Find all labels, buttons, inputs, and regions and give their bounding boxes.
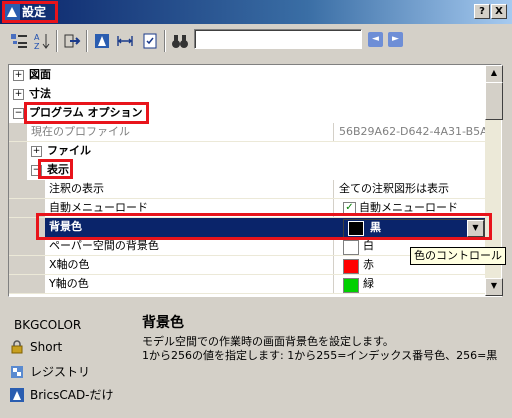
property-description: モデル空間での作業時の画面背景色を設定します。 1から256の値を指定します: … [142,335,497,363]
property-row-annotation[interactable]: 注釈の表示 全ての注釈図形は表示 [9,180,486,199]
export-icon[interactable] [62,31,82,51]
property-row-y-axis-color[interactable]: Y軸の色 緑 [9,275,486,294]
short-label: Short [30,340,63,354]
color-swatch-green [343,278,359,293]
highlight-background-color [36,213,492,240]
row-gutter [9,237,27,256]
column-divider [333,275,334,294]
property-value: 56B29A62-D642-4A31-B5A [339,125,488,138]
expand-icon[interactable]: + [13,89,24,100]
row-gutter [9,142,27,161]
toolbar-separator [56,30,58,52]
registry-icon [11,365,23,378]
toolbar-separator [164,30,166,52]
bricscad-icon [10,387,24,402]
registry-label: レジストリ [30,365,91,379]
property-label: 注釈の表示 [49,182,104,195]
search-input[interactable] [194,29,362,49]
svg-text:A: A [34,33,40,42]
category-row-zumen[interactable]: + 図面 [9,66,486,85]
property-label: 現在のプロファイル [31,125,130,138]
row-gutter [27,180,45,199]
row-gutter [9,256,27,275]
property-value: 緑 [363,277,374,290]
svg-text:Z: Z [34,42,40,50]
row-gutter [9,161,27,180]
property-label: X軸の色 [49,258,90,271]
window-title: 設定 [22,5,47,19]
category-row-display[interactable]: − 表示 [9,161,486,180]
bricscad-only-item: BricsCAD-だけ [10,386,114,403]
lock-icon [11,340,23,354]
description-line: 1から256の値を指定します: 1から255=インデックス番号色、256=黒 [142,349,498,362]
title-bar [0,0,512,24]
help-button[interactable]: ? [474,4,490,19]
property-row-current-profile[interactable]: 現在のプロファイル 56B29A62-D642-4A31-B5A [9,123,488,142]
collapse-icon[interactable]: − [13,108,24,119]
row-gutter [9,275,27,294]
column-divider [333,123,334,142]
column-divider [333,256,334,275]
dimension-icon[interactable] [115,31,135,51]
previous-result-button[interactable]: ◄ [368,32,383,47]
alphabetical-view-icon[interactable]: AZ [32,31,52,51]
short-item: Short [10,340,62,354]
category-label: ファイル [47,144,91,157]
color-swatch-red [343,259,359,274]
row-gutter [27,275,45,294]
highlight-display [38,159,73,179]
property-value: 全ての注釈図形は表示 [339,182,449,195]
category-label: 図面 [29,68,51,81]
row-gutter [9,218,27,237]
checklist-icon[interactable] [140,31,160,51]
scroll-thumb[interactable] [485,82,503,120]
scroll-up-button[interactable]: ▲ [485,65,503,83]
expand-icon[interactable]: + [13,70,24,81]
row-gutter [27,256,45,275]
row-gutter [9,199,27,218]
category-label: 寸法 [29,87,51,100]
binoculars-icon[interactable] [170,31,190,51]
row-gutter [9,180,27,199]
bricscad-icon[interactable] [92,31,112,51]
categorized-view-icon[interactable] [9,31,29,51]
property-label: Y軸の色 [49,277,89,290]
category-row-file[interactable]: + ファイル [9,142,486,161]
tooltip: 色のコントロール [410,247,506,265]
bricscad-only-label: BricsCAD-だけ [30,388,114,402]
row-gutter [9,123,27,142]
description-line: モデル空間での作業時の画面背景色を設定します。 [142,335,394,348]
property-value: 赤 [363,258,374,271]
color-swatch-white [343,240,359,255]
scroll-down-button[interactable]: ▼ [485,278,503,296]
variable-name: BKGCOLOR [14,318,82,332]
next-result-button[interactable]: ► [388,32,403,47]
expand-icon[interactable]: + [31,146,42,157]
registry-item: レジストリ [10,363,90,380]
toolbar-separator [86,30,88,52]
column-divider [333,180,334,199]
close-button[interactable]: X [491,4,507,19]
row-line [9,293,486,294]
property-title: 背景色 [142,315,184,331]
highlight-program-options [24,102,149,124]
